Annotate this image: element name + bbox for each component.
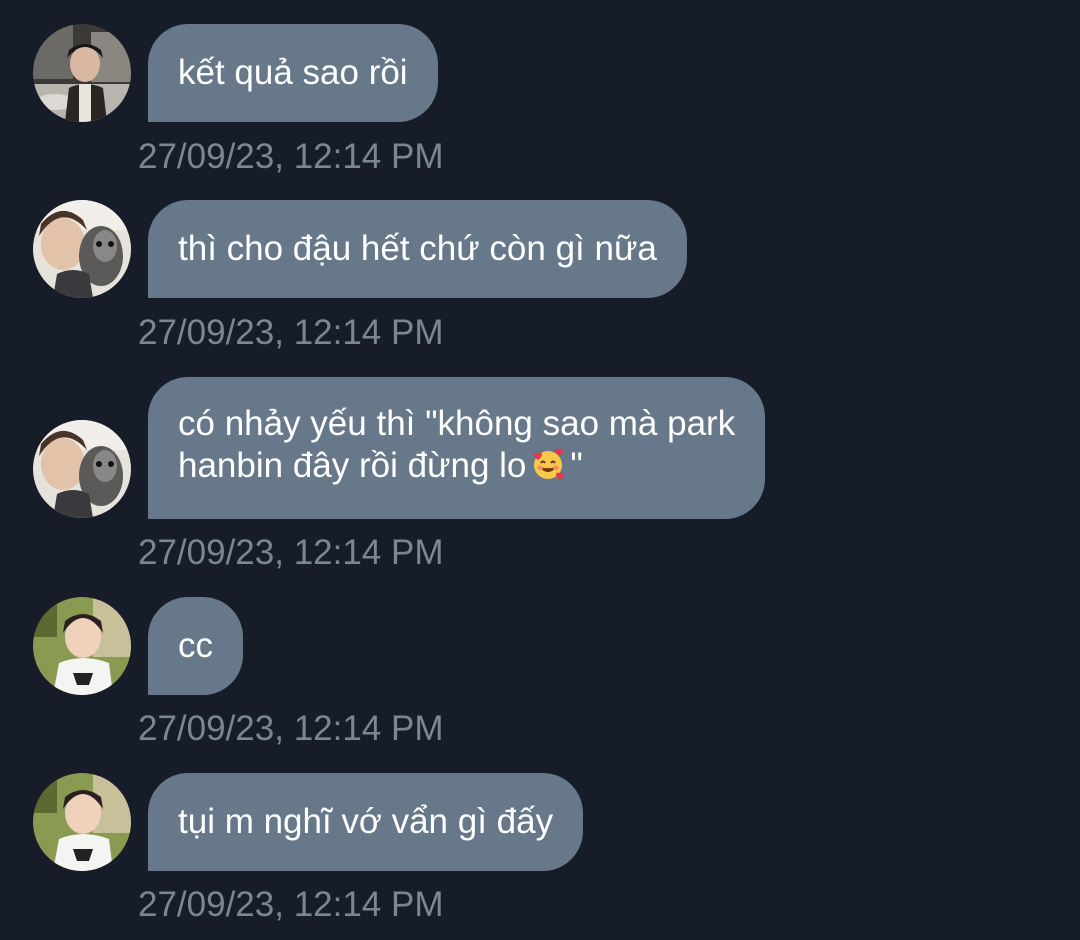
- user-avatar-3-icon: [33, 773, 131, 871]
- message-timestamp: 27/09/23, 12:14 PM: [138, 137, 444, 176]
- user-avatar-2-icon: [33, 200, 131, 298]
- message-text-line-1: có nhảy yếu thì "không sao mà park: [178, 404, 736, 443]
- message-bubble[interactable]: tụi m nghĩ vớ vẩn gì đấy: [148, 773, 584, 871]
- avatar[interactable]: [33, 597, 131, 695]
- message-bubble[interactable]: có nhảy yếu thì "không sao mà park hanbi…: [148, 377, 766, 519]
- user-avatar-1-icon: [33, 24, 131, 122]
- message-timestamp: 27/09/23, 12:14 PM: [138, 709, 444, 748]
- avatar[interactable]: [33, 773, 131, 871]
- message-text-suffix: ": [570, 446, 583, 485]
- message-text: thì cho đậu hết chứ còn gì nữa: [178, 229, 657, 268]
- user-avatar-2-icon: [33, 420, 131, 518]
- message-timestamp: 27/09/23, 12:14 PM: [138, 533, 444, 572]
- message-timestamp: 27/09/23, 12:14 PM: [138, 885, 444, 924]
- message-bubble[interactable]: kết quả sao rồi: [148, 24, 438, 122]
- message-text-line-2: hanbin đây rồi đừng lo ": [178, 445, 735, 487]
- avatar[interactable]: [33, 24, 131, 122]
- message-text: tụi m nghĩ vớ vẩn gì đấy: [178, 802, 554, 841]
- message-bubble[interactable]: thì cho đậu hết chứ còn gì nữa: [148, 200, 687, 298]
- avatar[interactable]: [33, 420, 131, 518]
- user-avatar-3-icon: [33, 597, 131, 695]
- message-text: kết quả sao rồi: [178, 53, 408, 92]
- avatar[interactable]: [33, 200, 131, 298]
- message-bubble[interactable]: cc: [148, 597, 243, 695]
- message-timestamp: 27/09/23, 12:14 PM: [138, 313, 444, 352]
- message-text: hanbin đây rồi đừng lo: [178, 446, 527, 485]
- smiling-face-with-hearts-emoji-icon: [530, 446, 566, 482]
- message-text: cc: [178, 626, 213, 665]
